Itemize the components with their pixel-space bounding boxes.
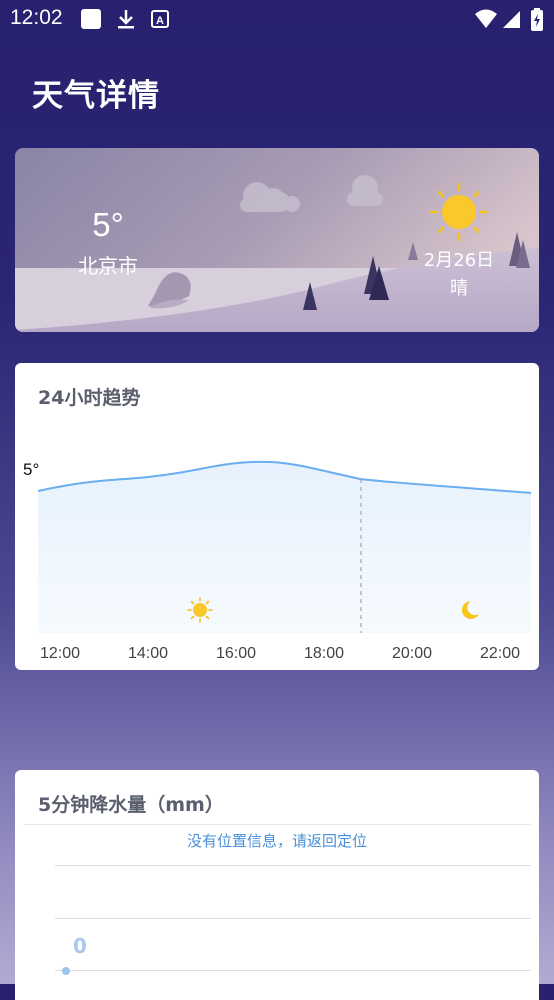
rain-data-point xyxy=(62,967,70,975)
status-bar: 12:02 A xyxy=(0,0,554,38)
rain-zero-label: 0 xyxy=(73,934,87,958)
grid-line xyxy=(55,865,531,866)
battery-charging-icon xyxy=(530,8,544,36)
current-date: 2月26日 xyxy=(423,250,495,271)
download-icon xyxy=(116,8,136,34)
x-tick-label: 18:00 xyxy=(304,645,344,662)
weather-condition: 晴 xyxy=(450,278,468,299)
current-temperature: 5° xyxy=(92,206,124,243)
rain-title: 5分钟降水量（mm） xyxy=(38,794,224,816)
status-time: 12:02 xyxy=(10,6,63,29)
square-notification-icon xyxy=(80,8,102,34)
city-name: 北京市 xyxy=(78,254,138,278)
x-tick-label: 14:00 xyxy=(128,645,168,662)
rain-card: 5分钟降水量（mm） 没有位置信息，请返回定位 0 xyxy=(15,770,539,1000)
signal-icon xyxy=(501,8,521,34)
x-tick-label: 16:00 xyxy=(216,645,256,662)
x-tick-label: 12:00 xyxy=(40,645,80,662)
trend-chart: 5° 12:00 14:00 16:00 18:00 20:00 22:00 xyxy=(23,460,532,662)
grid-line xyxy=(55,918,531,919)
grid-line xyxy=(55,970,531,971)
svg-text:A: A xyxy=(156,15,164,27)
a-box-icon: A xyxy=(150,8,170,34)
no-location-link[interactable]: 没有位置信息，请返回定位 xyxy=(15,830,539,851)
x-tick-label: 20:00 xyxy=(392,645,432,662)
page-title: 天气详情 xyxy=(32,78,160,114)
current-weather-card: 5° 北京市 2月26日 晴 xyxy=(15,148,539,332)
rain-divider xyxy=(23,824,531,825)
sun-icon xyxy=(187,597,213,623)
x-tick-label: 22:00 xyxy=(480,645,520,662)
trend-card: 24小时趋势 5° 12:00 14:00 16:00 18:00 20:00 22:00 xyxy=(15,363,539,670)
trend-temp-label: 5° xyxy=(23,460,39,479)
wifi-icon xyxy=(474,8,498,34)
